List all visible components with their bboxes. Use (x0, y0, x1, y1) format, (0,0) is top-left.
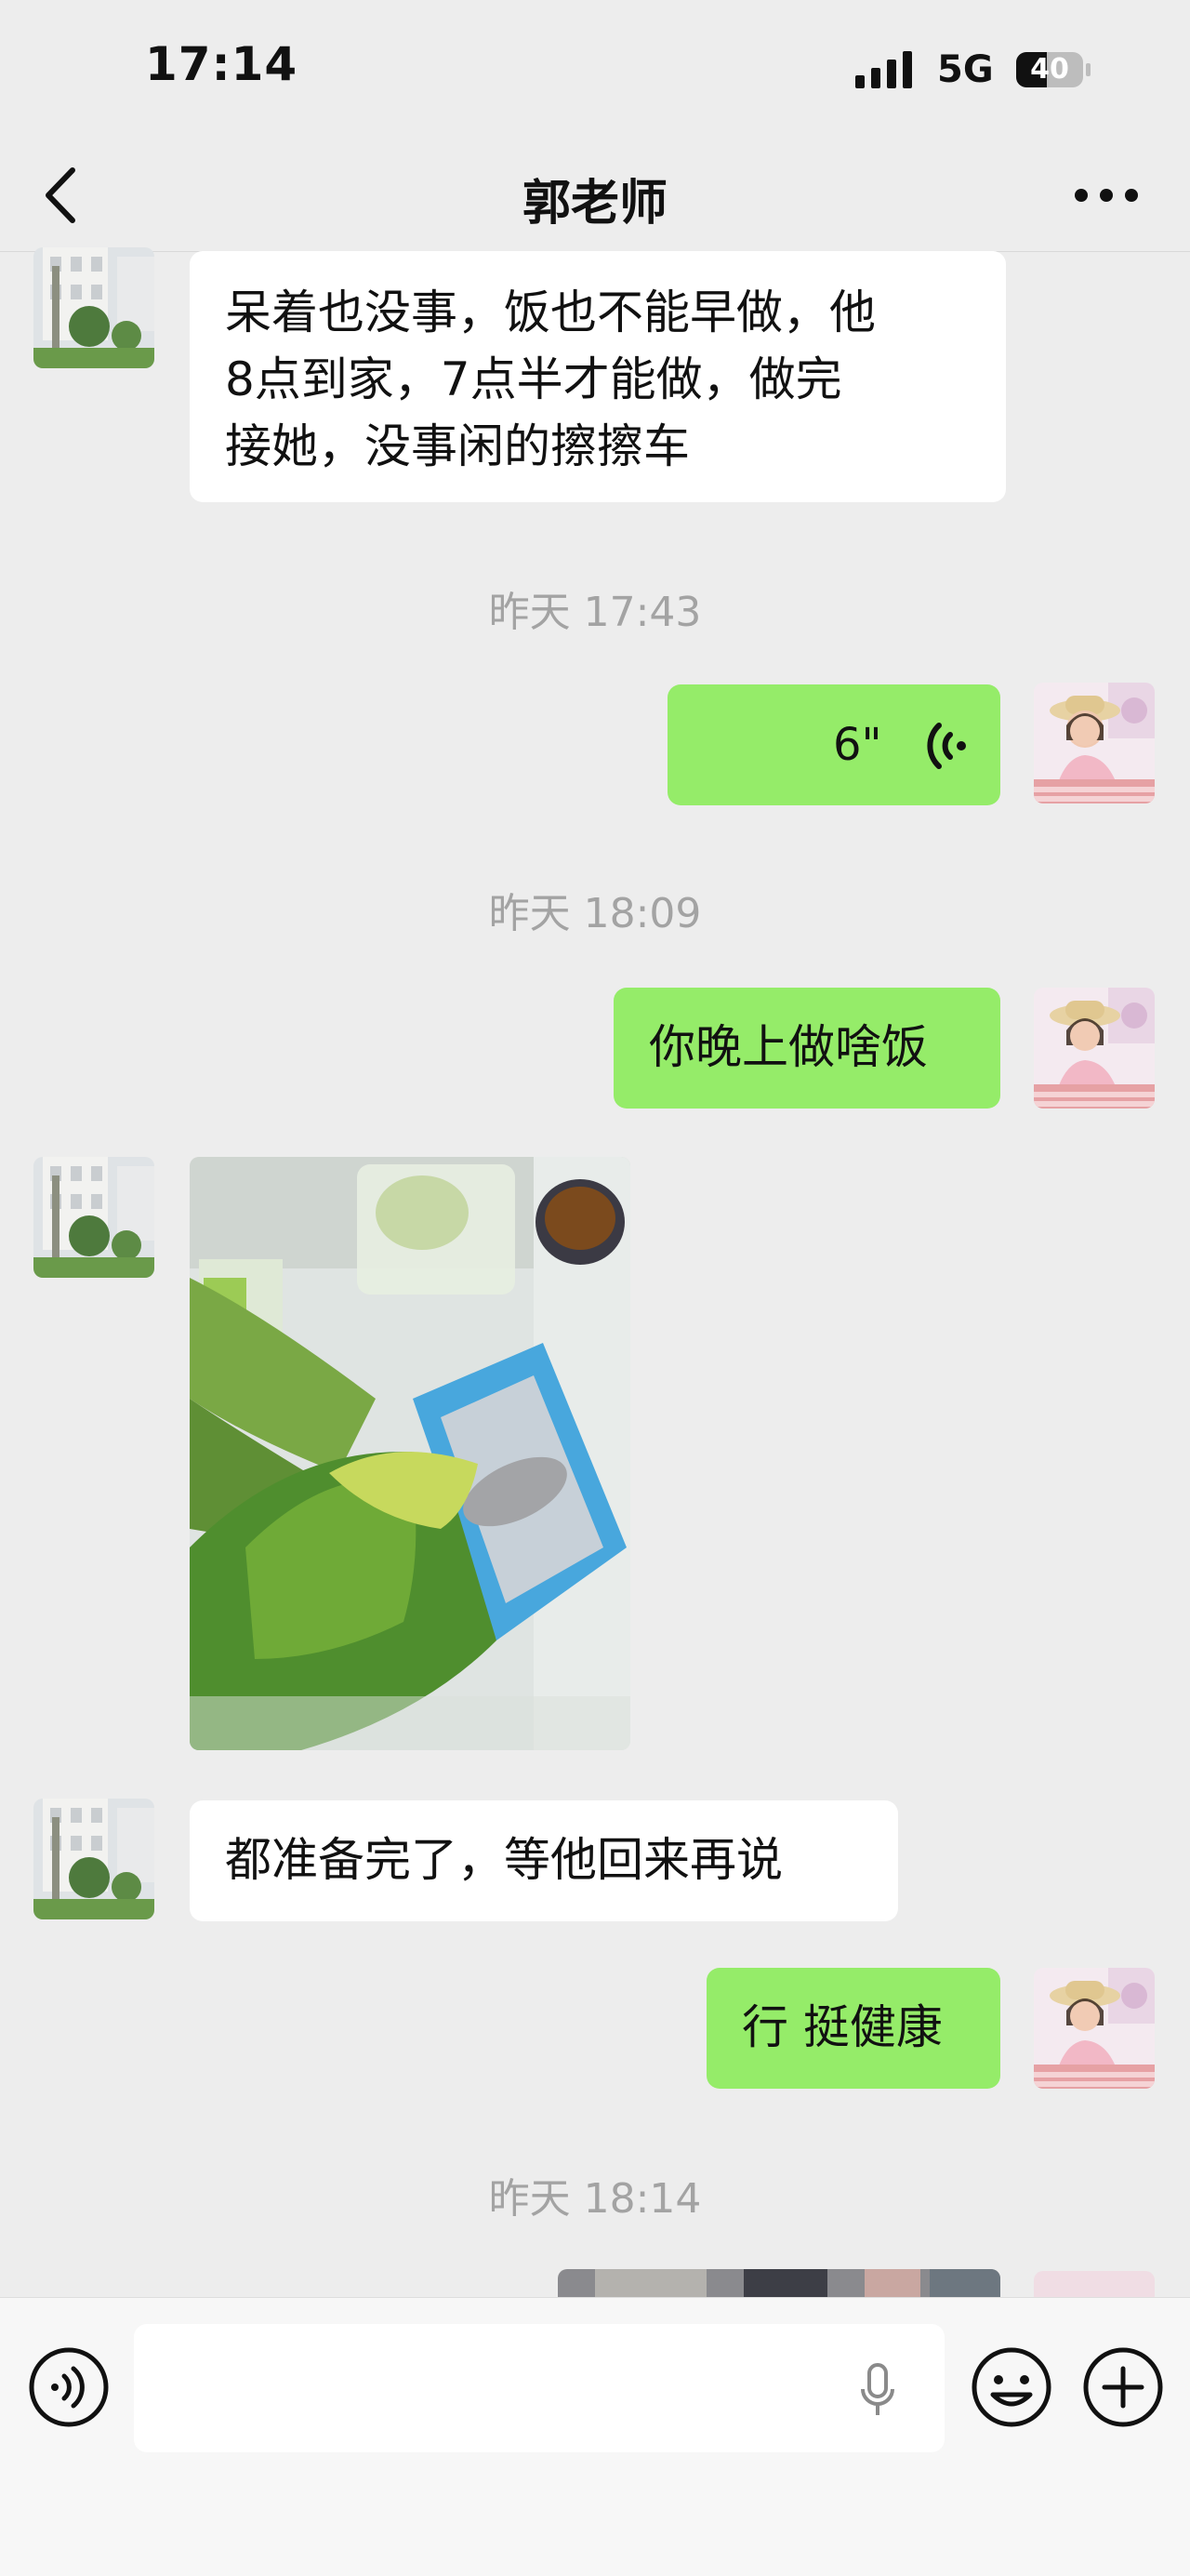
message-text-line: 8点到家，7点半才能做，做完 (225, 352, 842, 406)
more-options-icon[interactable] (1069, 177, 1144, 214)
timestamp: 昨天 18:14 (488, 2175, 702, 2223)
my-avatar[interactable] (1034, 1968, 1155, 2089)
message-bubble-incoming[interactable]: 呆着也没事，饭也不能早做，他 8点到家，7点半才能做，做完 接她，没事闲的擦擦车 (190, 251, 1006, 502)
signal-icon (855, 51, 912, 88)
contact-avatar[interactable] (33, 247, 154, 368)
timestamp: 昨天 17:43 (488, 589, 702, 636)
image-message[interactable] (190, 1157, 630, 1750)
battery-icon: 40 (1015, 51, 1091, 88)
contact-avatar[interactable] (33, 1157, 154, 1278)
microphone-icon[interactable] (859, 2363, 896, 2419)
battery-level: 40 (1030, 53, 1069, 86)
input-bar (0, 2297, 1190, 2576)
message-bubble-outgoing[interactable]: 你晚上做啥饭 (614, 988, 1000, 1109)
timestamp: 昨天 18:09 (488, 890, 702, 937)
voice-message-bubble[interactable]: 6" (668, 684, 1000, 805)
emoji-icon[interactable] (967, 2343, 1056, 2432)
message-text: 行 挺健康 (742, 2000, 943, 2054)
network-type: 5G (937, 48, 994, 91)
message-bubble-incoming[interactable]: 都准备完了，等他回来再说 (190, 1800, 898, 1921)
voice-input-icon[interactable] (24, 2343, 113, 2432)
voice-duration: 6" (833, 719, 882, 771)
my-avatar[interactable] (1034, 683, 1155, 803)
voice-wave-icon (927, 723, 966, 769)
message-text: 都准备完了，等他回来再说 (225, 1833, 783, 1887)
status-time: 17:14 (145, 37, 298, 91)
message-text-line: 接她，没事闲的擦擦车 (225, 419, 690, 473)
contact-avatar[interactable] (33, 1799, 154, 1919)
vegetables-photo (190, 1157, 630, 1750)
chat-title: 郭老师 (522, 176, 668, 232)
plus-icon[interactable] (1078, 2343, 1168, 2432)
message-text: 你晚上做啥饭 (649, 1020, 928, 1074)
chat-header: 郭老师 (0, 139, 1190, 252)
message-bubble-outgoing[interactable]: 行 挺健康 (707, 1968, 1000, 2089)
status-bar: 17:14 5G 40 (0, 0, 1190, 139)
message-text-line: 呆着也没事，饭也不能早做，他 (225, 285, 876, 339)
message-input[interactable] (134, 2324, 945, 2452)
my-avatar[interactable] (1034, 988, 1155, 1109)
